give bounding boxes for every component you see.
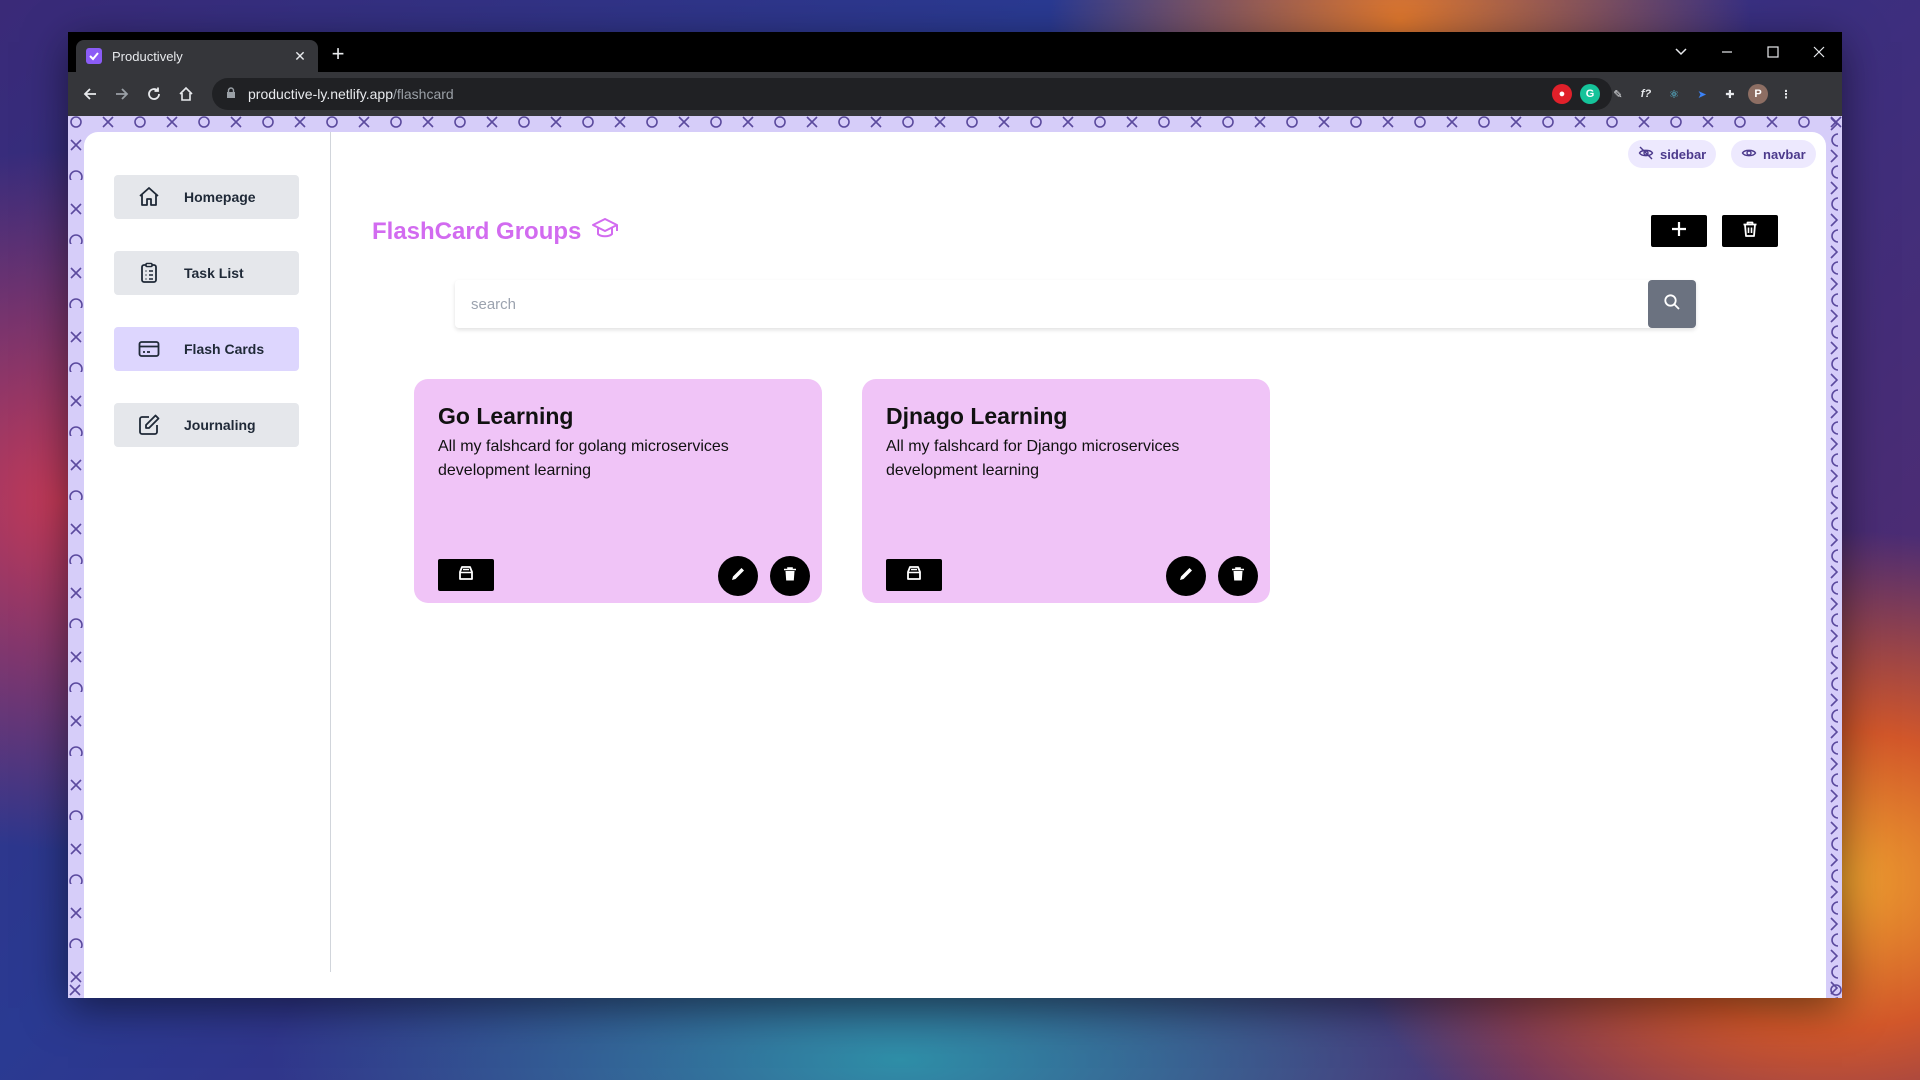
decorative-pattern-right [1826, 116, 1842, 998]
close-tab-icon[interactable]: ✕ [292, 48, 308, 64]
minimize-button[interactable] [1704, 32, 1750, 72]
edit-group-button[interactable] [718, 556, 758, 596]
sidebar-item-homepage[interactable]: Homepage [114, 175, 299, 219]
profile-avatar[interactable]: P [1748, 84, 1768, 104]
sidebar-item-flash-cards[interactable]: Flash Cards [114, 327, 299, 371]
sidebar-toggle-button[interactable]: sidebar [1628, 140, 1717, 168]
extensions-puzzle-icon[interactable]: ✚ [1720, 84, 1740, 104]
card-title: Go Learning [438, 403, 574, 429]
card-description: All my falshcard for golang microservice… [438, 438, 729, 479]
search-bar [455, 280, 1696, 328]
sidebar-item-label: Homepage [184, 189, 256, 205]
navbar-toggle-label: navbar [1763, 146, 1806, 162]
flashcard-group-card[interactable]: Djnago Learning All my falshcard for Dja… [862, 379, 1270, 603]
graduation-cap-icon [591, 214, 619, 249]
pen-extension-icon[interactable]: ✎ [1608, 84, 1628, 104]
card-title: Djnago Learning [886, 403, 1068, 429]
trash-icon [1741, 220, 1759, 243]
url-path: /flashcard [393, 86, 454, 102]
card-icon [136, 336, 162, 362]
page-viewport: Homepage Task List Flash Cards Journalin… [68, 116, 1842, 998]
sidebar-item-label: Task List [184, 265, 244, 281]
browser-window: Productively ✕ + productive-ly.netlify.a… [68, 32, 1842, 998]
sidebar: Homepage Task List Flash Cards Journalin… [84, 132, 331, 972]
grammarly-extension-icon[interactable]: G [1580, 84, 1600, 104]
decorative-pattern-left [68, 116, 84, 998]
delete-all-button[interactable] [1722, 215, 1778, 247]
sidebar-toggle-label: sidebar [1660, 146, 1707, 162]
search-input[interactable] [455, 280, 1645, 328]
maximize-button[interactable] [1750, 32, 1796, 72]
archive-box-icon [456, 563, 476, 588]
close-window-button[interactable] [1796, 32, 1842, 72]
sidebar-item-label: Journaling [184, 417, 256, 433]
url-host: productive-ly.netlify.app [248, 86, 393, 102]
page-heading: FlashCard Groups [372, 214, 619, 249]
app-page: Homepage Task List Flash Cards Journalin… [84, 132, 1826, 998]
browser-toolbar: productive-ly.netlify.app/flashcard ● G … [68, 72, 1842, 116]
reload-icon[interactable] [140, 80, 168, 108]
sidebar-item-label: Flash Cards [184, 341, 265, 357]
lock-icon [226, 86, 236, 102]
home-icon [136, 184, 162, 210]
pencil-icon [1177, 565, 1195, 588]
search-icon [1663, 293, 1681, 316]
search-button[interactable] [1648, 280, 1696, 328]
open-group-button[interactable] [438, 559, 494, 591]
edit-group-button[interactable] [1166, 556, 1206, 596]
arrow-extension-icon[interactable]: ➤ [1692, 84, 1712, 104]
plus-icon [1670, 220, 1688, 243]
clipboard-icon [136, 260, 162, 286]
trash-icon [782, 566, 798, 587]
archive-box-icon [904, 563, 924, 588]
title-bar: Productively ✕ + [68, 32, 1842, 72]
back-arrow-icon[interactable] [76, 80, 104, 108]
add-group-button[interactable] [1651, 215, 1707, 247]
delete-group-button[interactable] [1218, 556, 1258, 596]
forward-arrow-icon[interactable] [108, 80, 136, 108]
page-title: FlashCard Groups [372, 217, 582, 245]
open-group-button[interactable] [886, 559, 942, 591]
tab-search-icon[interactable] [1658, 32, 1704, 72]
address-bar[interactable]: productive-ly.netlify.app/flashcard [212, 78, 1612, 110]
browser-tab[interactable]: Productively ✕ [76, 40, 318, 72]
checkbox-favicon-icon [86, 48, 102, 64]
sidebar-item-task-list[interactable]: Task List [114, 251, 299, 295]
eye-off-icon [1638, 145, 1654, 164]
delete-group-button[interactable] [770, 556, 810, 596]
decorative-pattern-top [68, 116, 1842, 132]
edit-icon [136, 412, 162, 438]
navbar-toggle-button[interactable]: navbar [1731, 140, 1816, 168]
tab-title: Productively [112, 48, 183, 64]
flashcard-group-card[interactable]: Go Learning All my falshcard for golang … [414, 379, 822, 603]
fonts-extension-icon[interactable]: f? [1636, 84, 1656, 104]
eye-icon [1741, 145, 1757, 164]
ublock-extension-icon[interactable]: ● [1552, 84, 1572, 104]
more-menu-icon[interactable]: ⋮ [1776, 84, 1796, 104]
sidebar-item-journaling[interactable]: Journaling [114, 403, 299, 447]
card-description: All my falshcard for Django microservice… [886, 438, 1180, 479]
react-devtools-icon[interactable]: ⚛ [1664, 84, 1684, 104]
new-tab-button[interactable]: + [324, 40, 352, 68]
pencil-icon [729, 565, 747, 588]
trash-icon [1230, 566, 1246, 587]
home-browser-icon[interactable] [172, 80, 200, 108]
